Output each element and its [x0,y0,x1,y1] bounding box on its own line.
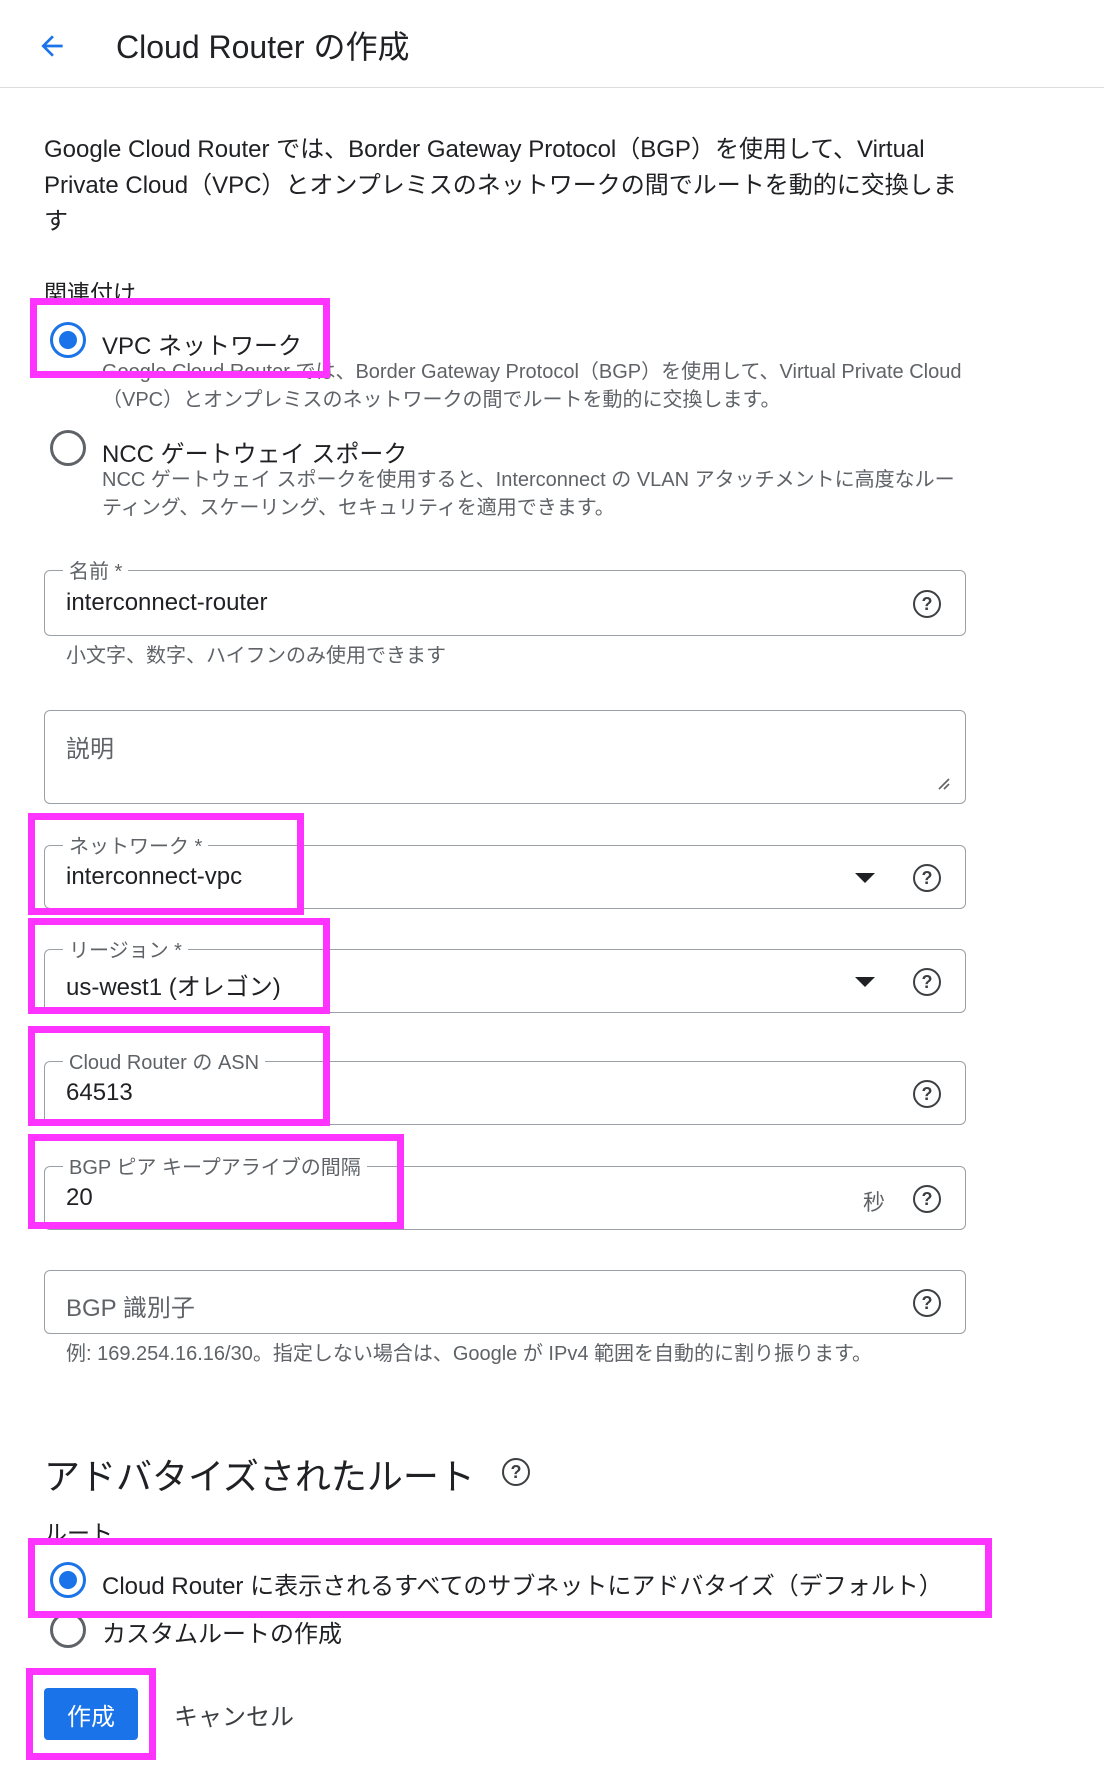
radio-ncc-spoke[interactable] [50,430,86,466]
description-field[interactable]: 説明 [44,710,966,804]
help-circle-icon[interactable]: ? [913,590,941,618]
cancel-button[interactable]: キャンセル [162,1688,306,1740]
back-button[interactable] [30,24,74,68]
help-circle-icon[interactable]: ? [913,1080,941,1108]
name-field-label: 名前 * [63,555,129,584]
network-select-value: interconnect-vpc [66,863,243,890]
radio-custom-routes-title: カスタムルートの作成 [102,1621,342,1648]
intro-text: Google Cloud Router では、Border Gateway Pr… [44,136,957,235]
network-select-label: ネットワーク * [63,830,209,859]
radio-vpc-network-title: VPC ネットワーク [102,333,303,360]
name-field[interactable]: 名前 * interconnect-router ? [44,555,966,636]
page-title: Cloud Router の作成 [116,29,410,65]
page-header: Cloud Router の作成 [0,0,1104,88]
bgp-identifier-field[interactable]: BGP 識別子 ? [44,1270,966,1334]
radio-advertise-all-subnets[interactable] [50,1562,86,1598]
asn-field[interactable]: Cloud Router の ASN 64513 ? [44,1046,966,1125]
radio-ncc-spoke-desc: NCC ゲートウェイ スポークを使用すると、Interconnect の VLA… [102,469,955,519]
keepalive-unit: 秒 [862,1190,885,1215]
help-circle-icon[interactable]: ? [913,864,941,892]
create-button[interactable]: 作成 [44,1688,138,1740]
radio-vpc-network[interactable] [50,322,86,358]
keepalive-field[interactable]: BGP ピア キープアライブの間隔 20 秒 ? [44,1151,966,1230]
keepalive-field-value: 20 [66,1184,93,1211]
bgp-identifier-hint: 例: 169.254.16.16/30。指定しない場合は、Google が IP… [66,1343,872,1365]
radio-ncc-spoke-title: NCC ゲートウェイ スポーク [102,441,408,468]
region-select-value: us-west1 (オレゴン) [66,974,281,1001]
association-label: 関連付け [44,280,136,306]
keepalive-field-label: BGP ピア キープアライブの間隔 [63,1151,367,1180]
radio-vpc-network-desc: Google Cloud Router では、Border Gateway Pr… [102,361,962,411]
help-circle-icon[interactable]: ? [913,968,941,996]
radio-advertise-all-subnets-title: Cloud Router に表示されるすべてのサブネットにアドバタイズ（デフォル… [102,1573,943,1600]
bgp-identifier-placeholder: BGP 識別子 [66,1295,195,1322]
network-select[interactable]: ネットワーク * interconnect-vpc ? [44,830,966,909]
region-select[interactable]: リージョン * us-west1 (オレゴン) ? [44,934,966,1013]
dropdown-caret-icon[interactable] [855,873,875,883]
routes-label: ルート [44,1520,113,1546]
help-circle-icon[interactable]: ? [502,1458,530,1486]
dropdown-caret-icon[interactable] [855,977,875,987]
description-placeholder: 説明 [66,736,114,763]
asn-field-label: Cloud Router の ASN [63,1046,266,1075]
help-circle-icon[interactable]: ? [913,1289,941,1317]
name-field-hint: 小文字、数字、ハイフンのみ使用できます [66,645,446,667]
help-circle-icon[interactable]: ? [913,1185,941,1213]
region-select-label: リージョン * [63,934,188,963]
advertised-routes-heading: アドバタイズされたルート [44,1456,475,1497]
name-field-value: interconnect-router [66,589,268,616]
resize-handle-icon[interactable] [935,775,951,791]
asn-field-value: 64513 [66,1079,133,1106]
arrow-back-icon [41,35,63,57]
radio-custom-routes[interactable] [50,1612,86,1648]
